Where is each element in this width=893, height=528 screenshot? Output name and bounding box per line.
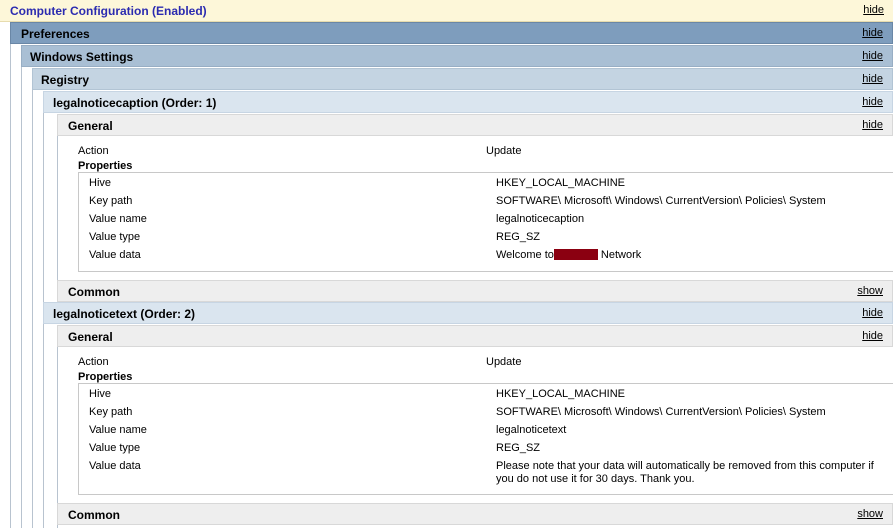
prop-value-key-path: SOFTWARE\ Microsoft\ Windows\ CurrentVer… [496, 195, 826, 207]
prop-key-value-type: Value type [89, 442, 141, 454]
prop-value-value-name: legalnoticetext [496, 424, 567, 436]
tree-guide-line [57, 114, 58, 304]
hide-link[interactable]: hide [862, 330, 883, 342]
redaction-block [553, 249, 598, 260]
prop-value-value-data: Welcome to Network [496, 249, 891, 262]
hide-link[interactable]: hide [862, 27, 883, 39]
prop-key-value-name: Value name [89, 424, 147, 436]
action-value: Update [486, 356, 522, 368]
hide-link[interactable]: hide [862, 307, 883, 319]
tree-guide-line [32, 68, 33, 528]
hide-link[interactable]: hide [862, 50, 883, 62]
tree-guide-line [57, 325, 58, 528]
section-title: Registry [41, 73, 90, 87]
common-title: Common [68, 508, 120, 522]
prop-value-hive: HKEY_LOCAL_MACHINE [496, 177, 625, 189]
tree-guide-line [21, 45, 22, 528]
value-data-prefix: Welcome to [496, 249, 554, 261]
hide-link[interactable]: hide [862, 96, 883, 108]
registry-item-header: legalnoticecaption (Order: 1) hide [43, 91, 893, 113]
prop-key-value-name: Value name [89, 213, 147, 225]
action-label: Action [78, 356, 109, 368]
section-header-registry: Registry hide [32, 68, 893, 90]
properties-table: Hive HKEY_LOCAL_MACHINE Key path SOFTWAR… [78, 383, 893, 495]
general-header: General hide [57, 114, 893, 136]
prop-value-value-type: REG_SZ [496, 231, 541, 243]
prop-key-hive: Hive [89, 388, 112, 400]
prop-key-key-path: Key path [89, 406, 133, 418]
prop-key-value-type: Value type [89, 231, 141, 243]
prop-value-hive: HKEY_LOCAL_MACHINE [496, 388, 625, 400]
hide-link[interactable]: hide [862, 73, 883, 85]
prop-key-value-data: Value data [89, 249, 141, 261]
section-title: Computer Configuration (Enabled) [10, 4, 207, 18]
hide-link[interactable]: hide [862, 119, 883, 131]
hide-link[interactable]: hide [863, 4, 884, 16]
properties-label: Properties [78, 371, 133, 383]
common-title: Common [68, 285, 120, 299]
show-link[interactable]: show [857, 285, 883, 297]
properties-table: Hive HKEY_LOCAL_MACHINE Key path SOFTWAR… [78, 172, 893, 272]
prop-value-value-name: legalnoticecaption [496, 213, 585, 225]
prop-key-key-path: Key path [89, 195, 133, 207]
general-title: General [68, 119, 113, 133]
prop-value-value-data: Please note that your data will automati… [496, 460, 874, 485]
value-data-suffix: Network [597, 249, 642, 261]
prop-key-value-data: Value data [89, 460, 141, 472]
prop-value-key-path: SOFTWARE\ Microsoft\ Windows\ CurrentVer… [496, 406, 826, 418]
show-link[interactable]: show [857, 508, 883, 520]
section-header-computer-configuration: Computer Configuration (Enabled) hide [0, 0, 893, 22]
general-title: General [68, 330, 113, 344]
tree-guide-line [10, 22, 11, 528]
section-title: Preferences [21, 27, 90, 41]
registry-item-title: legalnoticecaption (Order: 1) [53, 96, 217, 110]
prop-key-hive: Hive [89, 177, 112, 189]
general-header: General hide [57, 325, 893, 347]
section-header-windows-settings: Windows Settings hide [21, 45, 893, 67]
section-header-preferences: Preferences hide [10, 22, 893, 44]
action-value: Update [486, 145, 522, 157]
registry-item-header: legalnoticetext (Order: 2) hide [43, 302, 893, 324]
properties-label: Properties [78, 160, 133, 172]
prop-value-value-type: REG_SZ [496, 442, 541, 454]
section-title: Windows Settings [30, 50, 134, 64]
registry-item-title: legalnoticetext (Order: 2) [53, 307, 196, 321]
common-header: Common show [57, 503, 893, 525]
action-label: Action [78, 145, 109, 157]
common-header: Common show [57, 280, 893, 302]
